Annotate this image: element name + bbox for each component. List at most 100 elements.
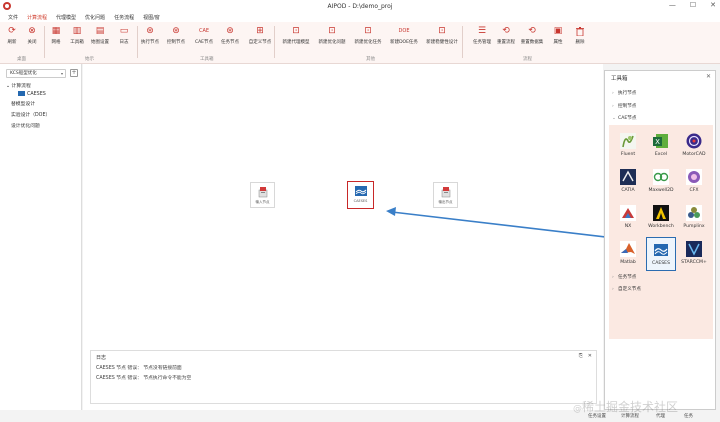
menu-task-flow[interactable]: 任务流程: [114, 14, 134, 21]
group-separator: [274, 26, 275, 58]
cae-node-button[interactable]: CAE CAE节点: [192, 26, 216, 48]
project-select[interactable]: KCS船型优化 ▾: [6, 69, 66, 78]
matlab-icon: [620, 241, 636, 257]
maxwell2d-icon: [653, 169, 669, 185]
project-tree-panel: KCS船型优化 ▾ + ⌄ 计算流程 CAESES 替模型设计 实验设计（DOE…: [0, 64, 82, 422]
caeses-node[interactable]: CAESES: [347, 181, 374, 209]
toolbox-title: 工具箱: [611, 76, 628, 82]
group-label-toolbox: 工具箱: [200, 57, 214, 62]
delete-icon: [575, 26, 585, 36]
excel-icon: X: [653, 134, 668, 148]
properties-button[interactable]: ▣ 属性: [546, 26, 570, 48]
new-doe-icon: DOE: [398, 28, 410, 34]
tool-label: NX: [624, 224, 632, 229]
reset-dataset-label: 重置数据集: [520, 40, 544, 45]
status-tab-task[interactable]: 任务: [684, 413, 693, 419]
tool-label: CFX: [689, 188, 699, 193]
maximize-icon[interactable]: ☐: [690, 1, 696, 9]
task-node-icon: ⊛: [226, 26, 234, 36]
close-window-icon[interactable]: ✕: [710, 1, 716, 9]
node-label: CAESES: [353, 199, 368, 203]
tool-starccm[interactable]: STARCCM+: [679, 237, 709, 271]
category-label: 任务节点: [618, 275, 637, 280]
tree-item-surrogate-design[interactable]: 替模型设计: [11, 100, 35, 107]
reset-flow-icon: ⟲: [502, 26, 510, 36]
tool-maxwell2d[interactable]: Maxwell2D: [646, 165, 676, 199]
tool-motorcad[interactable]: MotorCAD: [679, 129, 709, 163]
nx-icon: [620, 205, 636, 221]
float-icon[interactable]: ⎘: [579, 353, 583, 359]
caeses-icon: [654, 244, 668, 256]
group-label-display: 始示: [85, 57, 94, 62]
delete-button[interactable]: 删除: [568, 26, 592, 48]
log-label: 日志: [119, 40, 129, 45]
toolbox-button[interactable]: ▥ 工具箱: [65, 26, 89, 48]
menu-view[interactable]: 视图/窗: [143, 14, 160, 21]
menu-optimization[interactable]: 优化问题: [85, 14, 105, 21]
toolbox-category-execute[interactable]: › 执行节点: [612, 90, 636, 96]
view-settings-button[interactable]: ▤ 始图设置: [88, 26, 112, 48]
tree-item-optimization[interactable]: 设计优化问题: [11, 122, 40, 129]
tool-cfx[interactable]: CFX: [679, 165, 709, 199]
log-title: 日志: [96, 355, 107, 361]
tool-fluent[interactable]: Fluent: [613, 129, 643, 163]
tool-catia[interactable]: CATIA: [613, 165, 643, 199]
new-surrogate-label: 新建代理模型: [282, 40, 310, 45]
tool-caeses[interactable]: CAESES: [646, 237, 676, 271]
close-button[interactable]: ⊗ 关闭: [20, 26, 44, 48]
output-node-icon: [441, 187, 450, 198]
tool-nx[interactable]: NX: [613, 201, 643, 235]
tool-excel[interactable]: X Excel: [646, 129, 676, 163]
menu-file[interactable]: 文件: [8, 14, 18, 21]
log-button[interactable]: ▭ 日志: [112, 26, 136, 48]
tool-label: Excel: [654, 152, 668, 157]
custom-node-button[interactable]: ⊞ 自定义节点: [248, 26, 272, 48]
caeses-icon: [18, 91, 25, 96]
tree-item-compute-flow[interactable]: ⌄ 计算流程: [6, 82, 31, 89]
new-surrogate-button[interactable]: ⊡ 新建代理模型: [282, 26, 310, 48]
new-robust-button[interactable]: ⊡ 新建稳健性设计: [426, 26, 458, 48]
tree-label: CAESES: [27, 92, 46, 97]
task-manage-button[interactable]: ☰ 任务管理: [470, 26, 494, 48]
execute-node-button[interactable]: ⊛ 执行节点: [138, 26, 162, 48]
category-label: 控制节点: [618, 104, 637, 109]
control-node-icon: ⊛: [172, 26, 180, 36]
log-panel: 日志 ⎘ ✕ CAESES 节点 错误： 节点没有链接前面 CAESES 节点 …: [90, 350, 597, 404]
toolbox-category-cae[interactable]: ⌄ CAE节点: [612, 115, 636, 121]
close-icon[interactable]: ✕: [706, 73, 711, 80]
tool-label: Pumplinx: [683, 224, 705, 229]
tool-pumplinx[interactable]: Pumplinx: [679, 201, 709, 235]
tool-label: Workbench: [648, 224, 674, 229]
reset-dataset-button[interactable]: ⟲ 重置数据集: [520, 26, 544, 48]
project-select-value: KCS船型优化: [10, 71, 37, 76]
toolbox-category-control[interactable]: › 控制节点: [612, 103, 636, 109]
control-node-button[interactable]: ⊛ 控制节点: [164, 26, 188, 48]
tool-workbench[interactable]: Workbench: [646, 201, 676, 235]
window-title: AIPOD - D:\demo_proj: [327, 3, 393, 10]
reset-flow-button[interactable]: ⟲ 重置流程: [494, 26, 518, 48]
new-doe-button[interactable]: DOE 新建DOE任务: [390, 26, 418, 48]
input-node[interactable]: 输入节点: [250, 182, 275, 208]
output-node[interactable]: 输出节点: [433, 182, 458, 208]
category-label: CAE节点: [618, 116, 637, 121]
menu-surrogate[interactable]: 代理模型: [56, 14, 76, 21]
group-label-flow: 流程: [523, 57, 532, 62]
add-project-button[interactable]: +: [70, 69, 78, 77]
properties-label: 属性: [553, 40, 563, 45]
minimize-icon[interactable]: —: [669, 1, 676, 9]
custom-node-label: 自定义节点: [248, 40, 272, 45]
close-icon[interactable]: ✕: [588, 353, 592, 359]
task-node-button[interactable]: ⊛ 任务节点: [218, 26, 242, 48]
toolbox-category-task[interactable]: › 任务节点: [612, 274, 636, 280]
task-manage-label: 任务管理: [473, 40, 491, 45]
new-optimization-button[interactable]: ⊡ 新建优化问题: [319, 26, 346, 48]
custom-node-icon: ⊞: [256, 26, 264, 36]
reset-flow-label: 重置流程: [497, 40, 515, 45]
tree-item-doe[interactable]: 实验设计（DOE）: [11, 111, 50, 118]
tool-matlab[interactable]: Matlab: [613, 237, 643, 271]
new-opt-task-button[interactable]: ⊡ 新建优化任务: [355, 26, 382, 48]
menu-compute-flow[interactable]: 计算流程: [27, 14, 47, 21]
toolbox-category-custom[interactable]: › 自定义节点: [612, 286, 641, 292]
tree-item-caeses[interactable]: CAESES: [18, 91, 46, 97]
tool-label: Matlab: [620, 260, 636, 265]
